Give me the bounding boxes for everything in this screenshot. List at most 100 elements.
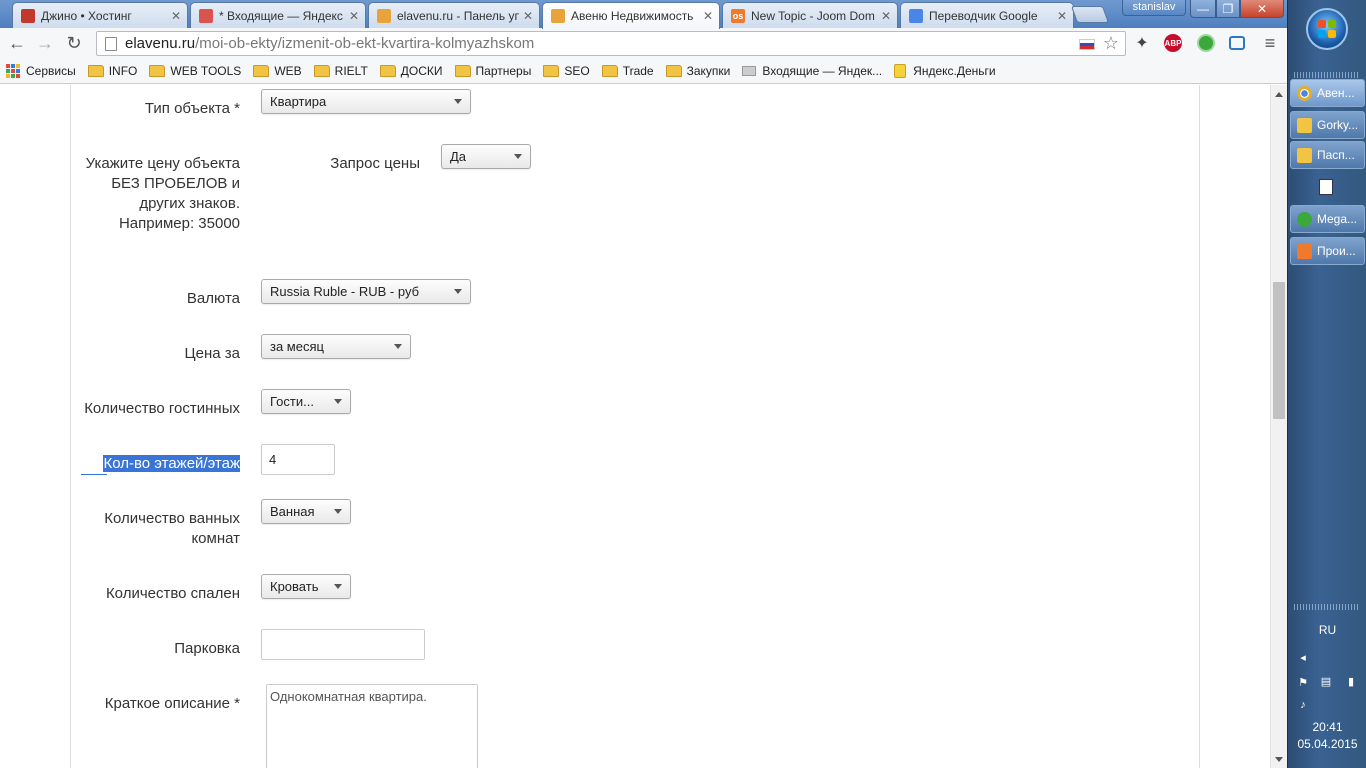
tab-close-icon[interactable]: ✕ <box>1057 9 1067 23</box>
scroll-up-arrow-icon[interactable] <box>1275 92 1283 97</box>
clock-date[interactable]: 05.04.2015 <box>1288 737 1366 751</box>
tab-google-translate[interactable]: Переводчик Google ✕ <box>900 2 1074 28</box>
mail-favicon-icon <box>199 8 213 23</box>
folder-sync-extension-icon[interactable] <box>1229 36 1245 50</box>
tab-new-topic[interactable]: os New Topic - Joom Dom ✕ <box>722 2 898 28</box>
price-hint-line: БЕЗ ПРОБЕЛОВ и <box>111 175 240 192</box>
bedrooms-select[interactable]: Кровать <box>261 574 351 599</box>
url-text[interactable]: elavenu.ru/moi-ob-ekty/izmenit-ob-ekt-kv… <box>125 35 534 52</box>
parking-input[interactable] <box>261 629 425 660</box>
bookmark-apps[interactable]: Сервисы <box>6 63 76 78</box>
object-type-select[interactable]: Квартира <box>261 89 471 114</box>
folder-icon <box>601 64 618 77</box>
document-edit-icon[interactable] <box>1319 179 1333 195</box>
profile-button[interactable]: stanislav <box>1122 0 1186 16</box>
bookmark-folder-doski[interactable]: ДОСКИ <box>379 64 443 78</box>
folder-icon <box>87 64 104 77</box>
folder-icon <box>1297 147 1312 163</box>
price-hint-line: Укажите цену объекта <box>85 155 240 172</box>
green-circle-extension-icon[interactable] <box>1197 34 1215 52</box>
puzzle-extension-icon[interactable]: ✦ <box>1133 34 1151 52</box>
tab-close-icon[interactable]: ✕ <box>881 9 891 23</box>
short-description-textarea[interactable]: Однокомнатная квартира. <box>266 684 478 768</box>
taskbar-button-player[interactable]: Прои... <box>1290 237 1365 265</box>
tab-yandex-inbox[interactable]: * Входящие — Яндекс ✕ <box>190 2 366 28</box>
bookmark-yandex-inbox[interactable]: Входящие — Яндек... <box>742 64 882 78</box>
windows-logo-icon <box>1318 20 1336 38</box>
bookmark-folder-web[interactable]: WEB <box>253 63 302 78</box>
tray-grip[interactable] <box>1294 604 1360 610</box>
start-button[interactable] <box>1306 8 1348 50</box>
floors-input[interactable]: 4 <box>261 444 335 475</box>
bookmark-folder-info[interactable]: INFO <box>87 63 138 78</box>
bookmark-folder-purchases[interactable]: Закупки <box>665 63 731 78</box>
bookmark-folder-rielt[interactable]: RIELT <box>313 64 368 78</box>
tab-close-icon[interactable]: ✕ <box>523 9 533 23</box>
chevron-down-icon <box>334 584 342 589</box>
taskbar-button-chrome[interactable]: Авен... <box>1290 79 1365 107</box>
forward-arrow-icon[interactable]: → <box>34 32 56 54</box>
price-per-value: за месяц <box>270 339 324 354</box>
close-window-button[interactable]: ✕ <box>1240 0 1284 18</box>
back-arrow-icon[interactable]: ← <box>6 32 28 54</box>
tab-elavenu-panel[interactable]: elavenu.ru - Панель уп ✕ <box>368 2 540 28</box>
reload-icon[interactable]: ↻ <box>63 32 85 54</box>
page-icon <box>105 36 117 51</box>
tab-dzhino-hosting[interactable]: Джино • Хостинг ✕ <box>12 2 188 28</box>
living-rooms-value: Гости... <box>270 394 314 409</box>
taskbar-button-megafon[interactable]: Mega... <box>1290 205 1365 233</box>
maximize-button[interactable]: ❐ <box>1216 0 1240 18</box>
clock-time[interactable]: 20:41 <box>1288 720 1366 734</box>
floors-label: Кол-во этажей/этаж <box>80 454 240 474</box>
tab-title: * Входящие — Яндекс <box>219 8 343 23</box>
taskbar-button-label: Mega... <box>1317 212 1358 226</box>
new-tab-button[interactable] <box>1070 6 1110 23</box>
language-indicator[interactable]: RU <box>1288 623 1366 637</box>
bookmark-label: Закупки <box>686 63 731 78</box>
tab-close-icon[interactable]: ✕ <box>703 9 713 23</box>
bookmark-folder-partners[interactable]: Партнеры <box>454 64 531 78</box>
action-center-flag-icon[interactable]: ⚑ <box>1296 675 1310 689</box>
folder-icon <box>665 64 682 77</box>
taskbar-button-label: Gorky... <box>1317 118 1359 132</box>
page-scrollbar[interactable] <box>1270 85 1287 768</box>
scrollbar-thumb[interactable] <box>1273 282 1285 419</box>
folder-icon <box>253 64 270 77</box>
taskbar-button-gorky[interactable]: Gorky... <box>1290 111 1365 139</box>
clipboard-icon[interactable]: ▤ <box>1319 674 1333 688</box>
bookmark-folder-web-tools[interactable]: WEB TOOLS <box>149 64 241 78</box>
price-per-select[interactable]: за месяц <box>261 334 411 359</box>
tab-close-icon[interactable]: ✕ <box>171 9 181 23</box>
price-request-select[interactable]: Да <box>441 144 531 169</box>
tab-avenu-realty[interactable]: Авеню Недвижимость ✕ <box>542 2 720 29</box>
bookmark-label: WEB <box>274 63 302 78</box>
living-rooms-select[interactable]: Гости... <box>261 389 351 414</box>
address-bar[interactable]: elavenu.ru/moi-ob-ekty/izmenit-ob-ekt-kv… <box>96 31 1126 56</box>
object-type-label: Тип объекта * <box>144 100 240 117</box>
bookmark-yandex-money[interactable]: Яндекс.Деньги <box>894 63 996 78</box>
taskbar-button-passport[interactable]: Пасп... <box>1290 141 1365 169</box>
adblock-plus-icon[interactable]: ABP <box>1164 34 1182 52</box>
bookmark-folder-trade[interactable]: Trade <box>601 64 654 78</box>
bookmark-star-icon[interactable]: ☆ <box>1103 33 1119 54</box>
chevron-down-icon <box>514 154 522 159</box>
volume-icon[interactable]: ♪ <box>1296 698 1310 712</box>
bookmark-label: INFO <box>108 63 138 78</box>
url-path: /moi-ob-ekty/izmenit-ob-ekt-kvartira-kol… <box>195 35 535 52</box>
bookmark-folder-seo[interactable]: SEO <box>543 64 590 78</box>
joomla-favicon-icon <box>377 8 391 23</box>
tab-strip: Джино • Хостинг ✕ * Входящие — Яндекс ✕ … <box>0 0 1287 29</box>
taskbar-button-label: Авен... <box>1317 86 1355 100</box>
page-viewport: Тип объекта * Квартира Укажите цену объе… <box>0 85 1270 768</box>
taskbar-grip[interactable] <box>1294 72 1360 78</box>
bathrooms-select[interactable]: Ванная <box>261 499 351 524</box>
show-hidden-icons-arrow-icon[interactable]: ◂ <box>1296 650 1310 664</box>
minimize-button[interactable]: — <box>1190 0 1216 18</box>
tab-close-icon[interactable]: ✕ <box>349 9 359 23</box>
scroll-down-arrow-icon[interactable] <box>1275 757 1283 762</box>
menu-icon[interactable]: ≡ <box>1259 32 1281 54</box>
currency-select[interactable]: Russia Ruble - RUB - руб <box>261 279 471 304</box>
chrome-icon <box>1297 85 1312 101</box>
russian-flag-icon[interactable] <box>1079 39 1095 50</box>
network-signal-icon[interactable]: ▮ <box>1344 674 1358 688</box>
